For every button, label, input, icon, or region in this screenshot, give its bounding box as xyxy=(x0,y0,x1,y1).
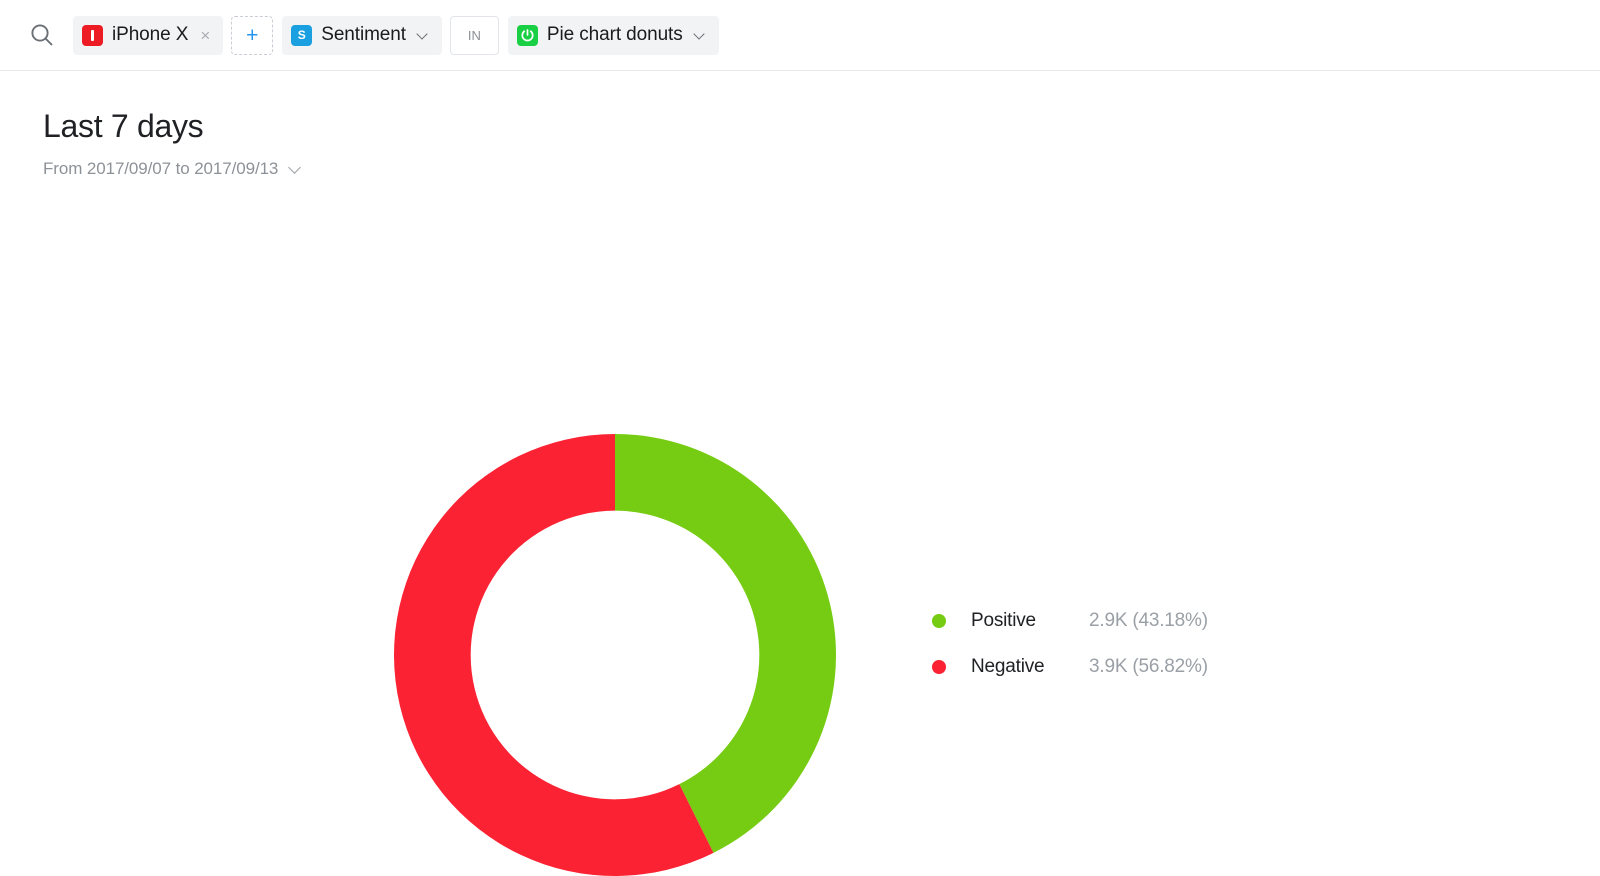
date-range-label: From 2017/09/07 to 2017/09/13 xyxy=(43,159,279,179)
donut-chart xyxy=(394,434,836,876)
keyword-chip[interactable]: iPhone X × xyxy=(73,15,224,55)
filter-value-label: Pie chart donuts xyxy=(546,24,683,45)
page-title: Last 7 days xyxy=(43,108,204,144)
legend-value-positive: 2.9K (43.18%) xyxy=(1089,610,1208,632)
date-range-selector[interactable]: From 2017/09/07 to 2017/09/13 xyxy=(43,159,302,179)
sentiment-icon-letter: S xyxy=(297,28,306,42)
legend-item-positive[interactable]: Positive 2.9K (43.18%) xyxy=(932,610,1208,632)
filter-field-chip[interactable]: S Sentiment xyxy=(282,15,442,55)
legend-color-swatch-positive xyxy=(932,614,946,629)
query-bar: iPhone X × + S Sentiment IN Pie chart do… xyxy=(0,0,1600,71)
add-keyword-button[interactable]: + xyxy=(231,15,274,55)
legend-value-negative: 3.9K (56.82%) xyxy=(1089,656,1208,678)
chart-legend: Positive 2.9K (43.18%) Negative 3.9K (56… xyxy=(932,610,1208,678)
chevron-down-icon[interactable] xyxy=(694,29,706,41)
legend-color-swatch-negative xyxy=(932,660,946,675)
page-content: Last 7 days From 2017/09/07 to 2017/09/1… xyxy=(0,71,1600,179)
legend-item-negative[interactable]: Negative 3.9K (56.82%) xyxy=(932,656,1208,678)
sentiment-icon: S xyxy=(291,24,313,46)
donut-chart-icon xyxy=(516,24,538,46)
keyword-chip-label: iPhone X xyxy=(112,24,189,45)
chevron-down-icon[interactable] xyxy=(417,29,429,41)
legend-label-negative: Negative xyxy=(971,656,1045,678)
chevron-down-icon[interactable] xyxy=(289,163,302,176)
search-icon[interactable] xyxy=(25,18,59,52)
filter-operator-button[interactable]: IN xyxy=(449,15,499,55)
donut-slice-positive[interactable] xyxy=(615,434,836,854)
flag-icon xyxy=(82,24,103,46)
chart-area: Positive 2.9K (43.18%) Negative 3.9K (56… xyxy=(0,179,1600,876)
filter-value-chip[interactable]: Pie chart donuts xyxy=(507,15,719,55)
close-icon[interactable]: × xyxy=(200,27,210,44)
filter-field-label: Sentiment xyxy=(321,24,406,45)
legend-label-positive: Positive xyxy=(971,610,1036,632)
